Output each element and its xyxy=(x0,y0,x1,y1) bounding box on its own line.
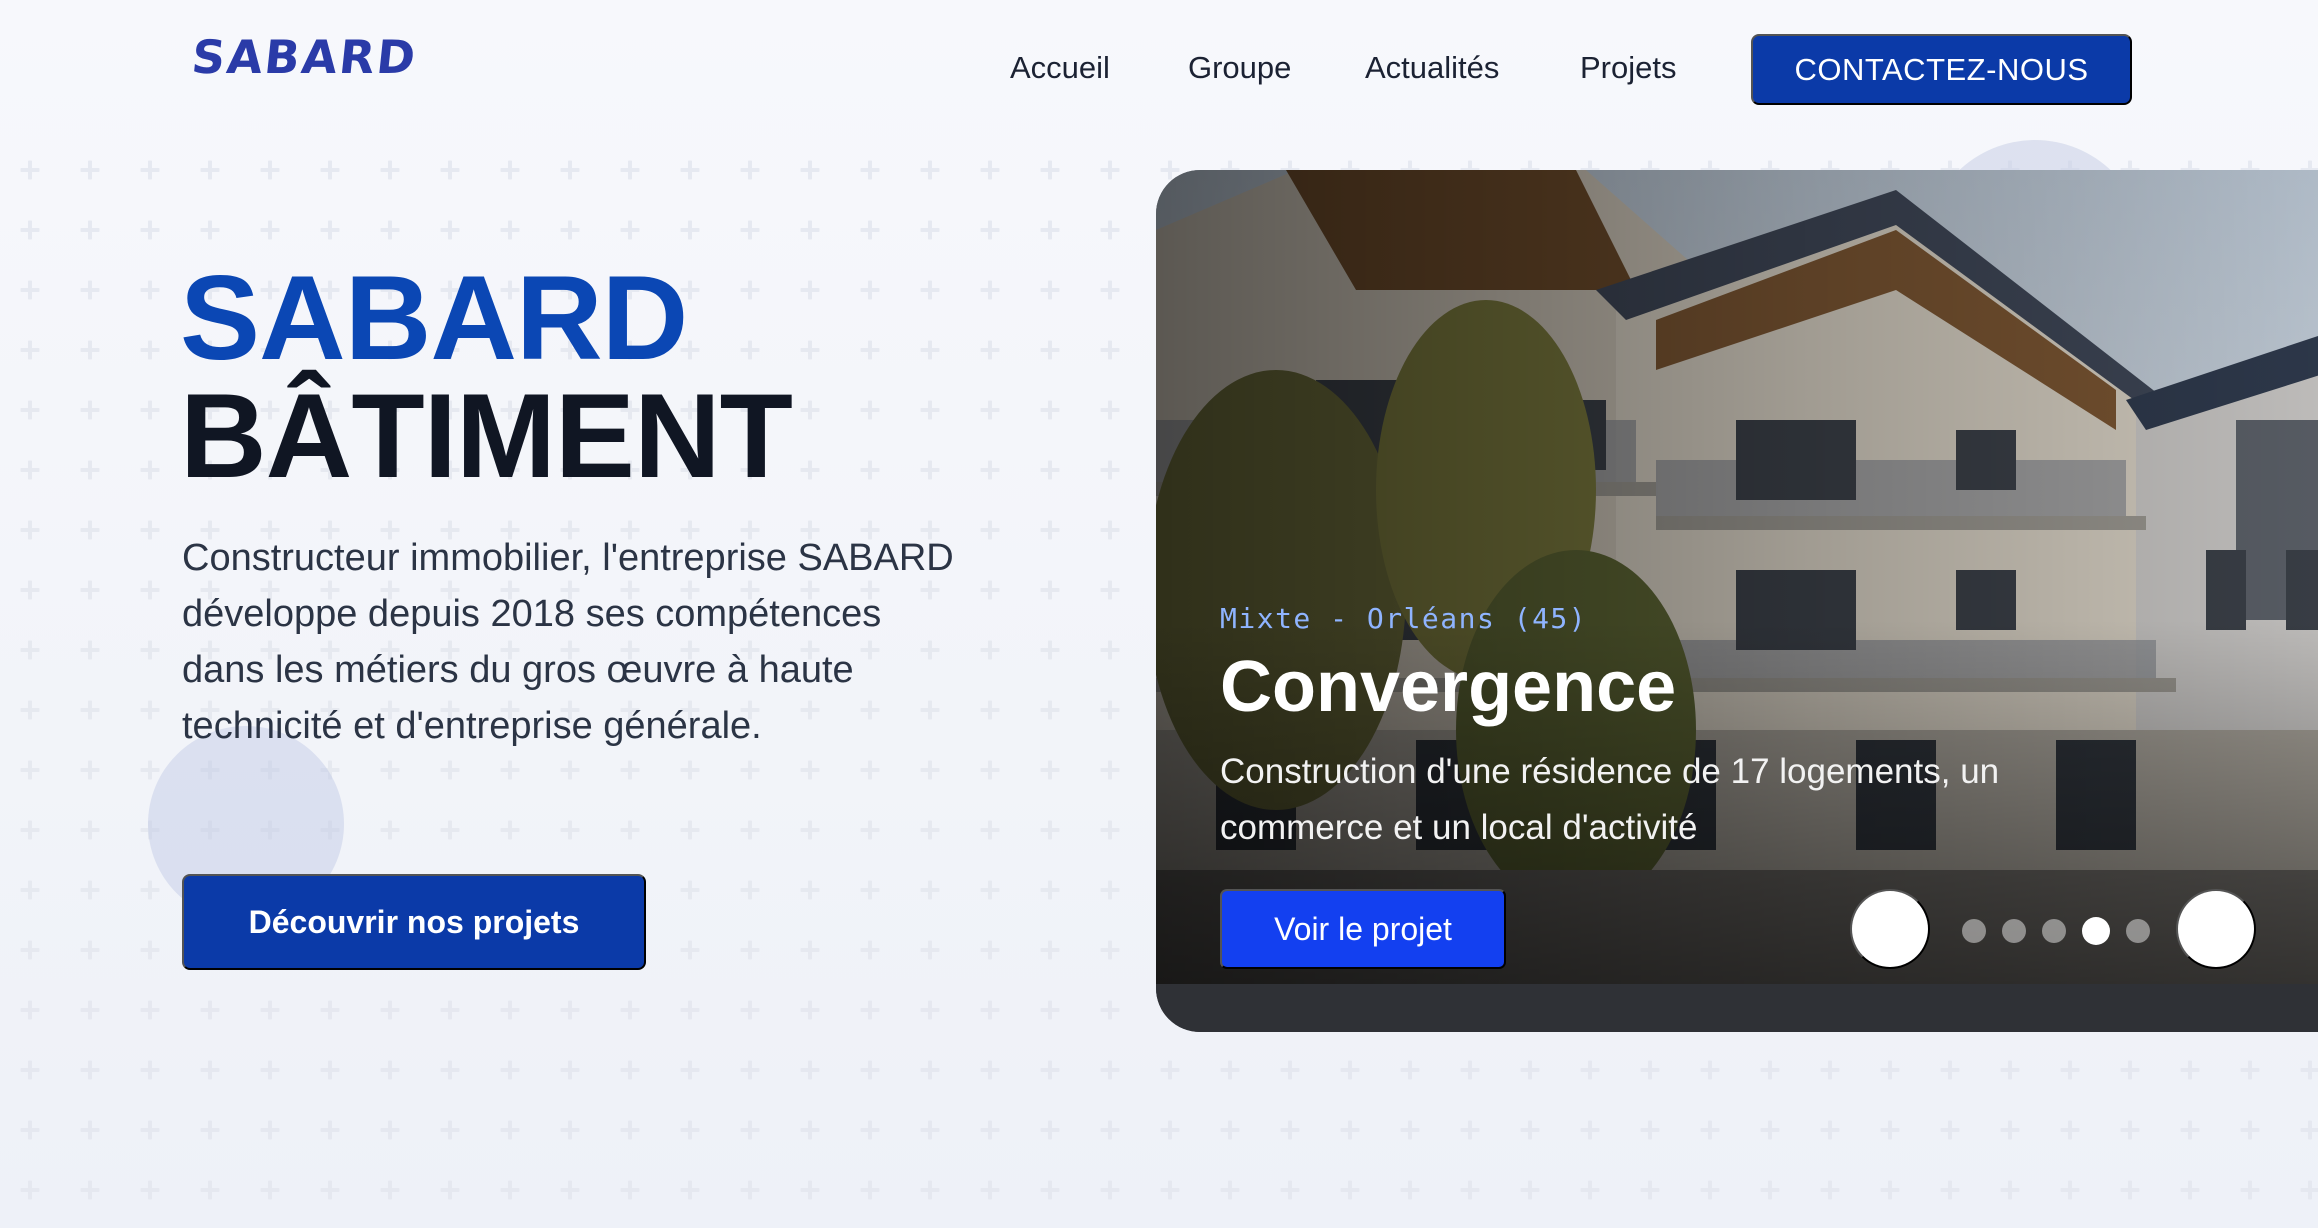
contact-button[interactable]: CONTACTEZ-NOUS xyxy=(1751,34,2132,105)
hero-title-line1: SABARD xyxy=(180,251,688,385)
slider-dot[interactable] xyxy=(1962,919,1986,943)
project-title: Convergence xyxy=(1220,647,1677,727)
discover-projects-button[interactable]: Découvrir nos projets xyxy=(182,874,646,970)
project-description: Construction d'une résidence de 17 logem… xyxy=(1220,752,2000,847)
nav-item-projets[interactable]: Projets xyxy=(1580,50,1676,86)
slider-next-button[interactable] xyxy=(2176,889,2256,969)
page: SABARD Accueil Groupe Actualités Projets… xyxy=(0,0,2318,1228)
hero-title-line2: BÂTIMENT xyxy=(180,369,793,503)
card-footer-strip xyxy=(1156,984,2318,1032)
slider-dot[interactable] xyxy=(2126,919,2150,943)
slider-dot[interactable] xyxy=(2042,919,2066,943)
slider-dots xyxy=(1962,917,2150,945)
slider-dot-active[interactable] xyxy=(2082,917,2110,945)
project-photo xyxy=(1156,170,2318,985)
project-category: Mixte - Orléans (45) xyxy=(1220,602,1588,635)
slider-prev-button[interactable] xyxy=(1850,889,1930,969)
slider-dot[interactable] xyxy=(2002,919,2026,943)
view-project-button[interactable]: Voir le projet xyxy=(1220,889,1506,969)
hero-description: Constructeur immobilier, l'entreprise SA… xyxy=(182,537,954,747)
logo[interactable]: SABARD xyxy=(189,30,420,84)
nav-item-groupe[interactable]: Groupe xyxy=(1188,50,1291,86)
nav-item-actualites[interactable]: Actualités xyxy=(1365,50,1499,86)
nav-item-accueil[interactable]: Accueil xyxy=(1010,50,1110,86)
project-slider: Mixte - Orléans (45) Convergence Constru… xyxy=(1156,170,2318,1032)
